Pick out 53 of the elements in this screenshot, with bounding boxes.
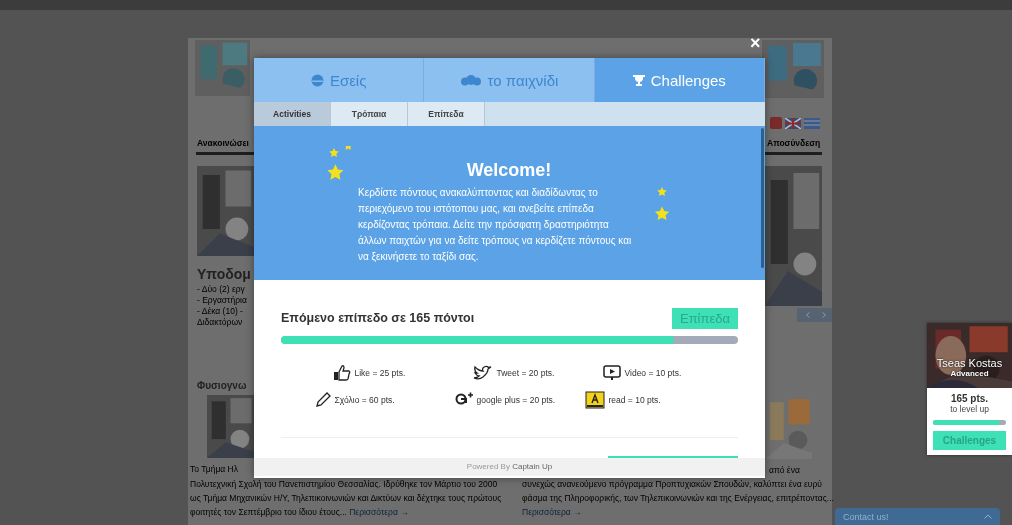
nav-link[interactable]: Ανακοινώσει (188, 132, 254, 152)
scrollbar[interactable] (761, 128, 764, 268)
next-level-text: Επόμενο επίπεδο σε 165 πόντοι (281, 311, 475, 325)
video-icon (602, 364, 621, 381)
tab[interactable]: το παιχνίδι (424, 58, 595, 102)
chevron-up-icon (984, 514, 992, 519)
article-text: συνεχώς ανανεούμενο πρόγραμμα Προπτυχιακών Σπουδών, καλύπτει ένα ευρύ φάσμα της Πληροφορικής, των Τηλεπικοινωνιών και της Ενέργειας, επιτρέποντας... Περισσότερα → (521, 478, 834, 519)
close-button[interactable]: × (750, 34, 761, 52)
tab[interactable]: Εσείς (254, 58, 425, 102)
next-icon[interactable] (822, 312, 826, 318)
thumbs-up-icon (332, 364, 351, 381)
levels-button[interactable]: Επίπεδα (672, 307, 738, 329)
previous-icon[interactable] (806, 312, 810, 318)
list-item: Διδακτόρων (197, 317, 244, 328)
group-icon (459, 73, 482, 87)
flag-icon (804, 117, 820, 129)
read-more-link[interactable]: Περισσότερα → (522, 507, 582, 517)
points-rule: google plus = 20 pts. (476, 395, 556, 405)
points-rule: Σχόλιο = 60 pts. (334, 395, 395, 405)
sub-tab[interactable]: Επίπεδα (408, 102, 485, 126)
pencil-icon (314, 392, 331, 408)
list-item: - Δύο (2) εργ (197, 284, 246, 295)
flag-icon (785, 117, 801, 129)
user-name: Tseas Kostas (935, 357, 1004, 369)
section-heading: Υποδομ (197, 266, 252, 282)
user-icon (310, 73, 324, 87)
points-text: 165 pts. (949, 393, 990, 404)
welcome-title: Welcome! (465, 160, 553, 181)
trophy-icon (632, 73, 645, 87)
list-item: - Εργαστήρια (197, 295, 248, 306)
article-text: από ένα (769, 465, 801, 475)
challenges-button[interactable]: Challenges (933, 431, 1006, 450)
section-heading: Φυσιογνω (197, 380, 248, 391)
welcome-text: Κερδίστε πόντους ανακαλύπτοντας και διαδίδωντας το περιεχόμενο του ιστότοπου μας, και ανεβείτε επίπεδα κερδίζοντας τρόπαια. Δείτε την πρόσφατη δραστηριότητα άλλων παιχτών για να δείτε τρόπους να κερδίζετε πόντους και να ξεκινήσετε το ταξίδι σας. (358, 186, 633, 264)
points-rule: read = 10 pts. (608, 395, 661, 405)
article-text: Το Τμήμα Ηλ (190, 464, 239, 474)
points-rule: Tweet = 20 pts. (496, 367, 555, 378)
list-item: - Δέκα (10) - (197, 306, 244, 317)
reading-icon (584, 391, 605, 409)
points-rule: Like = 25 pts. (354, 367, 406, 378)
article-text: Πολυτεχνική Σχολή του Πανεπιστημίου Θεσσαλίας. Ιδρύθηκε τον Μάρτιο του 2000 ως Τμήμα Μηχανικών Η/Υ, Τηλεπικοινωνιών και Δικτύων και δέχτηκε τους πρώτους φοιτητές τον Σεπτέμβριο του ίδιου έτους... Περισσότερα → (190, 478, 503, 519)
powered-by-text: Powered By Captain Up (254, 458, 765, 476)
sub-tab[interactable]: Τρόπαια (331, 102, 408, 126)
video-icon (770, 117, 782, 129)
nav-link[interactable]: Αποσύνδεση (765, 132, 832, 152)
points-rule: Video = 10 pts. (624, 367, 682, 378)
contact-button[interactable]: Contact us! (835, 508, 1000, 525)
tab[interactable]: Challenges (594, 58, 765, 102)
sub-tab[interactable]: Activities (254, 102, 331, 126)
caption-text: to level up (949, 404, 990, 414)
user-rank: Advanced (949, 369, 990, 378)
read-more-link[interactable]: Περισσότερα → (349, 507, 409, 517)
bird-icon (472, 364, 493, 381)
